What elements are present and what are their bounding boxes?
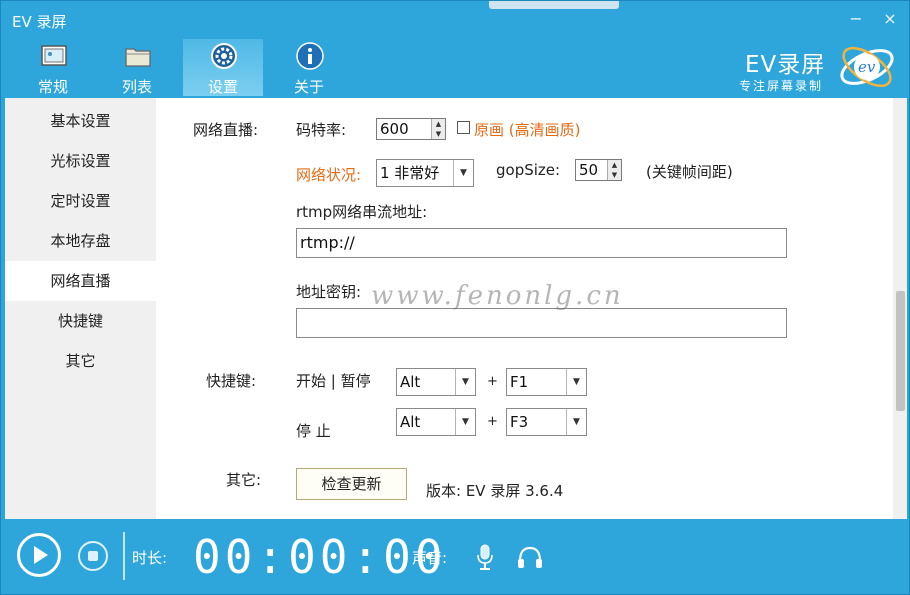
chevron-down-icon: ▼ bbox=[566, 409, 586, 435]
settings-scrollbar[interactable] bbox=[893, 98, 907, 519]
stop-modifier-select[interactable]: Alt ▼ bbox=[396, 408, 476, 436]
background-window-edge bbox=[489, 1, 619, 9]
stream-key-input[interactable] bbox=[296, 308, 787, 338]
rtmp-url-label: rtmp网络串流地址: bbox=[296, 203, 428, 221]
duration-timer: 00:00:00 bbox=[193, 530, 447, 584]
start-pause-label: 开始 | 暂停 bbox=[296, 372, 371, 390]
sidebar-item-timer[interactable]: 定时设置 bbox=[5, 181, 156, 221]
stop-label: 停 止 bbox=[296, 422, 331, 440]
original-quality-label: 原画 (高清画质) bbox=[474, 121, 581, 139]
tab-general[interactable]: 常规 bbox=[13, 39, 93, 96]
bitrate-label: 码特率: bbox=[296, 121, 347, 139]
other-section-label: 其它: bbox=[226, 471, 262, 489]
folder-icon bbox=[125, 48, 151, 67]
gop-size-value: 50 bbox=[579, 161, 599, 179]
sidebar-item-other[interactable]: 其它 bbox=[5, 341, 156, 381]
stream-key-label: 地址密钥: bbox=[296, 283, 362, 301]
settings-sidebar: 基本设置 光标设置 定时设置 本地存盘 网络直播 快捷键 其它 bbox=[5, 98, 156, 519]
rtmp-url-input[interactable]: rtmp:// bbox=[296, 228, 787, 258]
network-status-value: 1 非常好 bbox=[380, 164, 440, 182]
chevron-down-icon: ▼ bbox=[455, 369, 475, 395]
stepper-arrows-icon[interactable]: ▲ ▼ bbox=[607, 160, 621, 180]
window-title: EV 录屏 bbox=[12, 13, 67, 31]
stop-modifier-value: Alt bbox=[400, 413, 421, 431]
stop-key-value: F3 bbox=[510, 413, 529, 431]
plus-sign: + bbox=[487, 374, 498, 389]
title-bar: EV 录屏 − × bbox=[1, 1, 909, 39]
start-key-select[interactable]: F1 ▼ bbox=[506, 368, 587, 396]
close-button[interactable]: × bbox=[878, 9, 902, 28]
logo-badge-text: ev bbox=[858, 58, 876, 76]
watermark: www.fenonlg.cn bbox=[371, 281, 624, 311]
recording-bar: 时长: 00:00:00 声音: bbox=[1, 520, 909, 594]
microphone-icon[interactable] bbox=[473, 543, 497, 571]
gear-icon bbox=[211, 43, 237, 69]
sidebar-item-hotkeys[interactable]: 快捷键 bbox=[5, 301, 156, 341]
bitrate-stepper[interactable]: 600 ▲ ▼ bbox=[376, 118, 446, 140]
stop-icon bbox=[88, 551, 98, 561]
tab-about-label: 关于 bbox=[293, 78, 324, 96]
sidebar-item-cursor[interactable]: 光标设置 bbox=[5, 141, 156, 181]
stepper-arrows-icon[interactable]: ▲ ▼ bbox=[431, 119, 445, 139]
tab-about[interactable]: 关于 bbox=[269, 39, 349, 96]
headphones-icon[interactable] bbox=[516, 543, 544, 571]
scrollbar-thumb[interactable] bbox=[896, 291, 905, 411]
info-icon bbox=[296, 42, 324, 70]
network-status-label: 网络状况: bbox=[296, 166, 362, 184]
play-button[interactable] bbox=[17, 533, 61, 577]
plus-sign: + bbox=[487, 414, 498, 429]
sidebar-item-basic[interactable]: 基本设置 bbox=[5, 101, 156, 141]
minimize-button[interactable]: − bbox=[844, 9, 868, 28]
bitrate-value: 600 bbox=[380, 120, 409, 138]
app-window: EV 录屏 − × 常规 列表 设置 关于 EV录屏 专注屏幕录制 ev 基本设… bbox=[0, 0, 910, 595]
start-modifier-value: Alt bbox=[400, 373, 421, 391]
tab-settings[interactable]: 设置 bbox=[183, 39, 263, 96]
audio-label: 声音: bbox=[412, 549, 448, 567]
gop-size-note: (关键帧间距) bbox=[646, 163, 733, 181]
play-icon bbox=[34, 546, 48, 564]
start-modifier-select[interactable]: Alt ▼ bbox=[396, 368, 476, 396]
version-text: 版本: EV 录屏 3.6.4 bbox=[426, 482, 564, 500]
stop-key-select[interactable]: F3 ▼ bbox=[506, 408, 587, 436]
network-status-select[interactable]: 1 非常好 ▼ bbox=[376, 159, 474, 187]
app-logo-text: EV录屏 bbox=[745, 52, 826, 78]
gop-size-stepper[interactable]: 50 ▲ ▼ bbox=[575, 159, 622, 181]
live-section-label: 网络直播: bbox=[193, 121, 259, 139]
sidebar-item-local-storage[interactable]: 本地存盘 bbox=[5, 221, 156, 261]
tab-general-label: 常规 bbox=[37, 78, 68, 96]
tab-settings-label: 设置 bbox=[207, 78, 238, 96]
chevron-down-icon: ▼ bbox=[455, 409, 475, 435]
bar-divider bbox=[123, 532, 125, 580]
original-quality-checkbox[interactable] bbox=[457, 121, 470, 134]
chevron-down-icon: ▼ bbox=[566, 369, 586, 395]
sidebar-item-live-stream[interactable]: 网络直播 bbox=[5, 261, 156, 301]
app-slogan: 专注屏幕录制 bbox=[739, 79, 824, 93]
tab-list[interactable]: 列表 bbox=[97, 39, 177, 96]
tab-list-label: 列表 bbox=[121, 78, 152, 96]
duration-label: 时长: bbox=[132, 549, 168, 567]
check-update-button[interactable]: 检查更新 bbox=[296, 468, 407, 500]
stop-button[interactable] bbox=[78, 541, 108, 571]
chevron-down-icon: ▼ bbox=[453, 160, 473, 186]
hotkeys-section-label: 快捷键: bbox=[206, 372, 257, 390]
gop-size-label: gopSize: bbox=[496, 161, 561, 179]
image-frame-icon bbox=[41, 45, 67, 66]
start-key-value: F1 bbox=[510, 373, 529, 391]
